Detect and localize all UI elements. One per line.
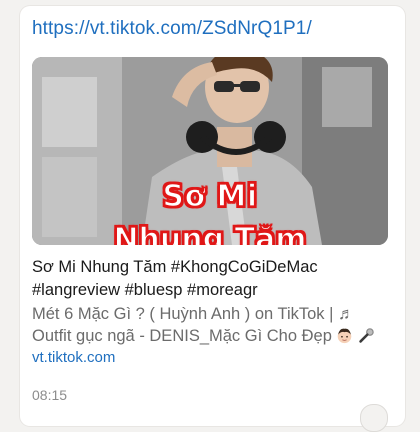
reaction-button-icon[interactable] <box>360 404 388 432</box>
message-link[interactable]: https://vt.tiktok.com/ZSdNrQ1P1/ <box>32 18 312 40</box>
link-preview-domain[interactable]: vt.tiktok.com <box>32 349 115 366</box>
message-timestamp: 08:15 <box>32 387 68 403</box>
link-preview-title[interactable]: Sơ Mi Nhung Tăm #KhongCoGiDeMac #langrev… <box>32 256 388 302</box>
description-line-2-wrap: Outfit gục ngã - DENIS_Mặc Gì Cho Đẹp <box>32 325 388 347</box>
preview-photo <box>32 57 388 245</box>
preview-overlay-text-1: Sơ Mi <box>162 178 258 215</box>
boy-face-emoji-icon <box>338 328 352 344</box>
preview-overlay-text-2: Nhung Tăm <box>113 221 308 245</box>
title-line-1: Sơ Mi Nhung Tăm #KhongCoGiDeMac <box>32 258 318 276</box>
title-line-2: #langreview #bluesp #moreagr <box>32 281 258 299</box>
description-line-2: Outfit gục ngã - DENIS_Mặc Gì Cho Đẹp <box>32 327 332 345</box>
description-line-1: Mét 6 Mặc Gì ? ( Huỳnh Anh ) on TikTok |… <box>32 305 355 323</box>
link-preview-description: Mét 6 Mặc Gì ? ( Huỳnh Anh ) on TikTok |… <box>32 303 388 347</box>
link-preview-image[interactable]: Sơ Mi Nhung Tăm <box>32 57 388 245</box>
microphone-emoji-icon <box>359 328 374 343</box>
